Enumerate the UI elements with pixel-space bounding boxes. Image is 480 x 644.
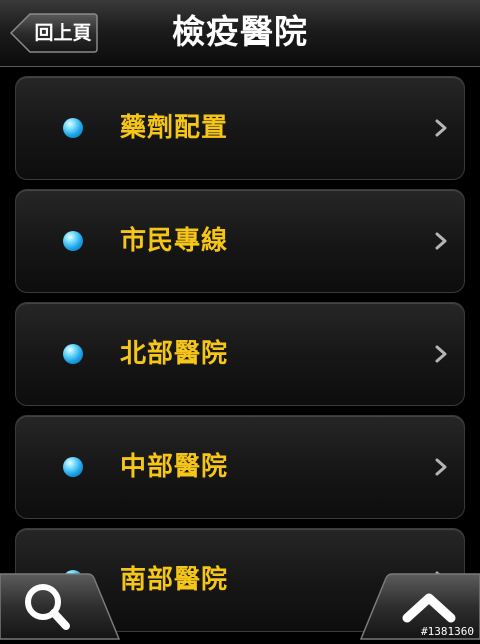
chevron-right-icon xyxy=(435,458,447,476)
list-item[interactable]: 市民專線 xyxy=(15,189,465,293)
list-item-label: 中部醫院 xyxy=(120,452,229,482)
page-title: 檢疫醫院 xyxy=(172,12,308,51)
search-button[interactable] xyxy=(0,573,121,640)
list-item-label: 北部醫院 xyxy=(120,339,229,369)
list-item[interactable]: 中部醫院 xyxy=(15,415,465,519)
search-icon xyxy=(0,573,121,640)
back-button-label: 回上頁 xyxy=(34,22,92,44)
blue-orb-icon xyxy=(63,231,83,251)
chevron-right-icon xyxy=(435,232,447,250)
blue-orb-icon xyxy=(63,457,83,477)
list-item-label: 市民專線 xyxy=(120,226,229,256)
list-item[interactable]: 藥劑配置 xyxy=(15,76,465,180)
blue-orb-icon xyxy=(63,118,83,138)
chevron-right-icon xyxy=(435,119,447,137)
list-item-label: 藥劑配置 xyxy=(120,113,229,143)
blue-orb-icon xyxy=(63,344,83,364)
chevron-right-icon xyxy=(435,345,447,363)
menu-list: 藥劑配置 市民專線 北部醫院 中部醫院 南部醫院 xyxy=(0,66,480,640)
list-item-label: 南部醫院 xyxy=(120,565,229,595)
watermark-id: #1381360 xyxy=(421,625,474,638)
list-item[interactable]: 北部醫院 xyxy=(15,302,465,406)
header-bar: 回上頁 檢疫醫院 xyxy=(0,0,480,67)
back-button[interactable]: 回上頁 xyxy=(10,12,98,54)
